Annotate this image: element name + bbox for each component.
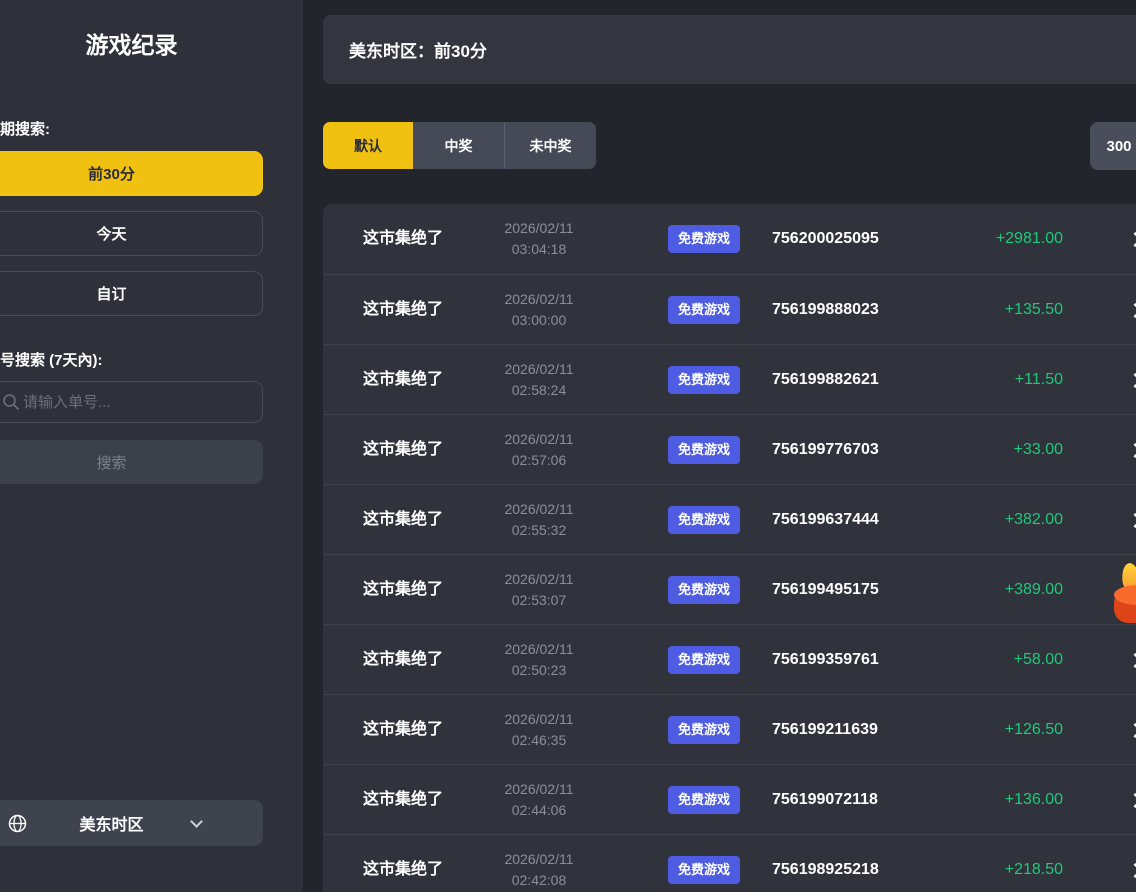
order-search-box: [0, 381, 263, 423]
record-datetime: 2026/02/11 02:55:32: [479, 499, 599, 541]
record-datetime: 2026/02/11 02:42:08: [479, 849, 599, 891]
order-id: 756199359761: [772, 625, 879, 695]
game-name: 这市集绝了: [363, 625, 443, 695]
table-row[interactable]: 这市集绝了 2026/02/11 02:53:07 免费游戏 756199495…: [323, 554, 1136, 624]
order-id: 756199637444: [772, 485, 879, 555]
table-row[interactable]: 这市集绝了 2026/02/11 02:58:24 免费游戏 756199882…: [323, 344, 1136, 414]
search-button[interactable]: 搜索: [0, 440, 263, 484]
game-name: 这市集绝了: [363, 765, 443, 835]
game-name: 这市集绝了: [363, 485, 443, 555]
timezone-selector[interactable]: 美东时区: [0, 800, 263, 846]
record-datetime: 2026/02/11 02:58:24: [479, 359, 599, 401]
record-datetime: 2026/02/11 02:44:06: [479, 779, 599, 821]
search-icon: [2, 393, 20, 411]
free-game-badge: 免费游戏: [668, 366, 740, 394]
order-id: 756199776703: [772, 415, 879, 485]
result-tabs: 默认 中奖 未中奖: [323, 122, 596, 169]
win-amount: +136.00: [1005, 765, 1063, 835]
page-title: 游戏纪录: [0, 26, 263, 60]
chevron-right-icon[interactable]: [1128, 232, 1136, 248]
order-search-label: 号搜索 (7天內):: [0, 349, 103, 370]
order-id: 756200025095: [772, 204, 879, 274]
free-game-badge: 免费游戏: [668, 506, 740, 534]
chevron-right-icon[interactable]: [1128, 373, 1136, 389]
record-datetime: 2026/02/11 02:57:06: [479, 429, 599, 471]
timezone-label: 美东时区: [0, 811, 263, 835]
game-name: 这市集绝了: [363, 695, 443, 765]
win-amount: +33.00: [1014, 415, 1063, 485]
order-id: 756199888023: [772, 275, 879, 345]
chevron-right-icon[interactable]: [1128, 793, 1136, 809]
table-row[interactable]: 这市集绝了 2026/02/11 02:42:08 免费游戏 756198925…: [323, 834, 1136, 892]
record-datetime: 2026/02/11 02:46:35: [479, 709, 599, 751]
filter-last30min-button[interactable]: 前30分: [0, 151, 263, 196]
sidebar: 游戏纪录 期搜索: 前30分 今天 自订 号搜索 (7天內): 搜索 美东时区: [0, 0, 303, 892]
table-row[interactable]: 这市集绝了 2026/02/11 02:46:35 免费游戏 756199211…: [323, 694, 1136, 764]
coin-promo-icon[interactable]: [1114, 563, 1136, 629]
table-row[interactable]: 这市集绝了 2026/02/11 03:04:18 免费游戏 756200025…: [323, 204, 1136, 274]
record-datetime: 2026/02/11 03:00:00: [479, 289, 599, 331]
game-name: 这市集绝了: [363, 345, 443, 415]
chevron-right-icon[interactable]: [1128, 863, 1136, 879]
game-name: 这市集绝了: [363, 275, 443, 345]
records-list: 这市集绝了 2026/02/11 03:04:18 免费游戏 756200025…: [323, 204, 1136, 892]
game-name: 这市集绝了: [363, 415, 443, 485]
order-id: 756198925218: [772, 835, 879, 892]
chevron-right-icon[interactable]: [1128, 443, 1136, 459]
free-game-badge: 免费游戏: [668, 296, 740, 324]
chevron-right-icon[interactable]: [1128, 653, 1136, 669]
page-size-button[interactable]: 300: [1090, 122, 1136, 170]
globe-icon: [8, 814, 27, 833]
game-name: 这市集绝了: [363, 555, 443, 625]
record-datetime: 2026/02/11 02:50:23: [479, 639, 599, 681]
win-amount: +382.00: [1005, 485, 1063, 555]
record-datetime: 2026/02/11 03:04:18: [479, 218, 599, 260]
win-amount: +218.50: [1005, 835, 1063, 892]
win-amount: +58.00: [1014, 625, 1063, 695]
order-id: 756199882621: [772, 345, 879, 415]
table-row[interactable]: 这市集绝了 2026/02/11 02:57:06 免费游戏 756199776…: [323, 414, 1136, 484]
free-game-badge: 免费游戏: [668, 576, 740, 604]
date-search-label: 期搜索:: [0, 118, 50, 139]
tab-default[interactable]: 默认: [323, 122, 413, 169]
table-row[interactable]: 这市集绝了 2026/02/11 03:00:00 免费游戏 756199888…: [323, 274, 1136, 344]
filter-today-button[interactable]: 今天: [0, 211, 263, 256]
win-amount: +2981.00: [996, 204, 1063, 274]
order-id: 756199211639: [772, 695, 878, 765]
table-row[interactable]: 这市集绝了 2026/02/11 02:44:06 免费游戏 756199072…: [323, 764, 1136, 834]
free-game-badge: 免费游戏: [668, 436, 740, 464]
filter-custom-button[interactable]: 自订: [0, 271, 263, 316]
game-name: 这市集绝了: [363, 204, 443, 274]
tab-winning[interactable]: 中奖: [413, 122, 504, 169]
free-game-badge: 免费游戏: [668, 225, 740, 253]
chevron-right-icon[interactable]: [1128, 513, 1136, 529]
table-row[interactable]: 这市集绝了 2026/02/11 02:55:32 免费游戏 756199637…: [323, 484, 1136, 554]
free-game-badge: 免费游戏: [668, 856, 740, 884]
order-id: 756199495175: [772, 555, 879, 625]
game-name: 这市集绝了: [363, 835, 443, 892]
order-search-input[interactable]: [23, 382, 223, 422]
current-filter-text: 美东时区：前30分: [349, 37, 487, 62]
order-id: 756199072118: [772, 765, 878, 835]
tab-not-winning[interactable]: 未中奖: [504, 122, 596, 169]
win-amount: +389.00: [1005, 555, 1063, 625]
chevron-right-icon[interactable]: [1128, 303, 1136, 319]
record-datetime: 2026/02/11 02:53:07: [479, 569, 599, 611]
win-amount: +126.50: [1005, 695, 1063, 765]
free-game-badge: 免费游戏: [668, 646, 740, 674]
chevron-right-icon[interactable]: [1128, 723, 1136, 739]
win-amount: +11.50: [1015, 345, 1063, 415]
current-filter-bar: 美东时区：前30分: [323, 15, 1136, 84]
table-row[interactable]: 这市集绝了 2026/02/11 02:50:23 免费游戏 756199359…: [323, 624, 1136, 694]
free-game-badge: 免费游戏: [668, 716, 740, 744]
win-amount: +135.50: [1005, 275, 1063, 345]
free-game-badge: 免费游戏: [668, 786, 740, 814]
